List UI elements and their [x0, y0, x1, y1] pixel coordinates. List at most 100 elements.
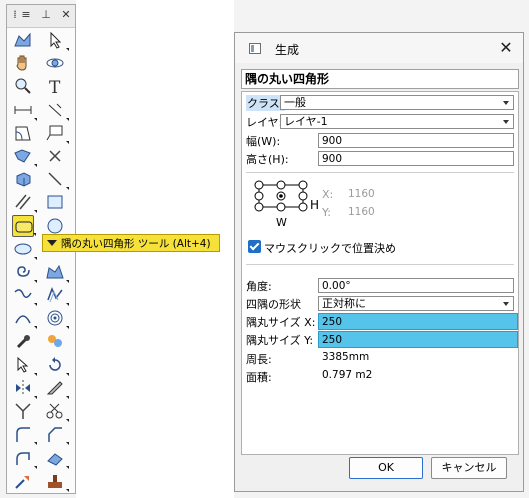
- radius-x-field[interactable]: 250: [318, 313, 518, 330]
- angle-dimension-tool[interactable]: [44, 99, 69, 121]
- trim-tool[interactable]: [12, 145, 37, 167]
- object-type-header: 隅の丸い四角形: [241, 69, 519, 89]
- cross-tool[interactable]: [44, 145, 66, 167]
- cross-icon: [49, 150, 61, 162]
- sheet-tool[interactable]: [12, 122, 34, 144]
- y-value: 1160: [348, 206, 375, 218]
- double-line-icon: [15, 194, 31, 210]
- submenu-indicator: [34, 256, 37, 260]
- split-icon: [15, 403, 31, 420]
- corner-shape-value: 正対称に: [322, 297, 366, 310]
- eraser-tool[interactable]: [44, 447, 69, 469]
- chevron-down-icon: [503, 302, 509, 306]
- properties-panel: クラス: 一般 レイヤ: レイヤ-1 幅(W): 900 高さ(H): 900: [241, 91, 519, 455]
- text-tool[interactable]: T: [44, 75, 66, 97]
- attribute-icon: [48, 334, 62, 347]
- x-label: X:: [322, 188, 334, 201]
- submenu-indicator: [34, 303, 37, 307]
- oval-tool[interactable]: [12, 238, 37, 260]
- freehand-tool[interactable]: [12, 284, 37, 307]
- height-field[interactable]: 900: [318, 151, 514, 166]
- close-palette-icon[interactable]: ✕: [59, 8, 73, 22]
- area-label: 面積:: [246, 371, 272, 384]
- mouse-click-label: マウスクリックで位置決め: [264, 242, 396, 255]
- area-value: 0.797 m2: [322, 369, 373, 381]
- pointer-tool[interactable]: [12, 354, 37, 376]
- angle-field[interactable]: 0.00°: [318, 278, 514, 293]
- polyline-tool[interactable]: [12, 29, 34, 51]
- divider: [246, 264, 514, 265]
- corner-shape-label: 四隅の形状: [246, 298, 301, 311]
- rectangle-tool[interactable]: [44, 191, 66, 213]
- stamp-icon: [48, 474, 62, 488]
- flyover-tool[interactable]: [44, 52, 66, 74]
- menu-icon[interactable]: ≡: [19, 8, 33, 22]
- concentric-icon: [47, 310, 63, 326]
- oval-icon: [14, 243, 32, 255]
- perimeter-label: 周長:: [246, 353, 272, 366]
- line-icon: [48, 172, 62, 186]
- zoom-icon: [15, 78, 31, 95]
- y-label: Y:: [322, 206, 331, 219]
- attribute-tool[interactable]: [44, 331, 66, 353]
- move-tool[interactable]: [12, 470, 34, 492]
- scissors-tool[interactable]: [44, 400, 69, 423]
- layer-select[interactable]: レイヤ-1: [280, 114, 514, 129]
- fillet-tool[interactable]: [12, 423, 37, 446]
- submenu-indicator: [34, 280, 37, 283]
- submenu-indicator: [34, 210, 37, 214]
- corner-shape-select[interactable]: 正対称に: [318, 296, 514, 311]
- submenu-indicator: [66, 326, 69, 330]
- scissors-icon: [46, 403, 63, 419]
- stamp-tool[interactable]: [44, 470, 69, 492]
- spiral-tool[interactable]: [12, 261, 37, 283]
- divider: [246, 172, 514, 173]
- arc-tool[interactable]: [12, 307, 37, 330]
- pin-icon[interactable]: ⊥: [39, 8, 53, 22]
- radius-y-field[interactable]: 250: [318, 331, 518, 348]
- eyedropper-tool[interactable]: [12, 331, 34, 353]
- submenu-indicator: [34, 372, 37, 376]
- cancel-button[interactable]: キャンセル: [431, 457, 507, 479]
- angle-label: 角度:: [246, 280, 272, 293]
- tool-tooltip: 隅の丸い四角形 ツール (Alt+4): [42, 234, 220, 252]
- fillet-icon: [16, 427, 30, 443]
- ok-button[interactable]: OK: [349, 457, 423, 479]
- title-bar: 生成 ✕: [235, 33, 523, 63]
- line-tool[interactable]: [44, 168, 69, 191]
- chevron-down-icon: [503, 101, 509, 105]
- zoom-tool[interactable]: [12, 75, 34, 97]
- rounded-rectangle-tool[interactable]: [12, 214, 36, 237]
- submenu-indicator: [66, 187, 69, 191]
- submenu-indicator: [34, 117, 37, 121]
- split-tool[interactable]: [12, 400, 34, 422]
- submenu-indicator: [66, 465, 69, 469]
- chamfer-tool[interactable]: [44, 423, 69, 446]
- class-value: 一般: [284, 96, 306, 109]
- submenu-indicator: [66, 488, 69, 492]
- polygon-tool[interactable]: [44, 261, 69, 283]
- close-button[interactable]: ✕: [493, 37, 519, 59]
- layer-value: レイヤ-1: [284, 115, 328, 128]
- rotate-tool[interactable]: [44, 354, 69, 376]
- offset-tool[interactable]: [44, 284, 69, 307]
- text-icon: T: [49, 78, 61, 97]
- dimension-tool[interactable]: [12, 99, 37, 121]
- knife-tool[interactable]: [44, 377, 69, 399]
- connect-tool[interactable]: [12, 447, 37, 469]
- arc-icon: [15, 315, 31, 324]
- concentric-tool[interactable]: [44, 307, 69, 330]
- submenu-indicator: [66, 140, 69, 144]
- anchor-h-label: H: [310, 198, 320, 212]
- callout-tool[interactable]: [44, 122, 69, 144]
- width-field[interactable]: 900: [318, 133, 514, 148]
- class-select[interactable]: 一般: [280, 95, 514, 110]
- mouse-click-checkbox[interactable]: [248, 240, 261, 253]
- pan-hand-tool[interactable]: [12, 52, 34, 74]
- mirror-tool[interactable]: [12, 377, 37, 399]
- rectangle-icon: [47, 195, 63, 209]
- extrude-tool[interactable]: [12, 168, 34, 190]
- polygon-icon: [46, 264, 64, 279]
- double-line-tool[interactable]: [12, 191, 37, 214]
- arrow-select-tool[interactable]: [44, 29, 69, 51]
